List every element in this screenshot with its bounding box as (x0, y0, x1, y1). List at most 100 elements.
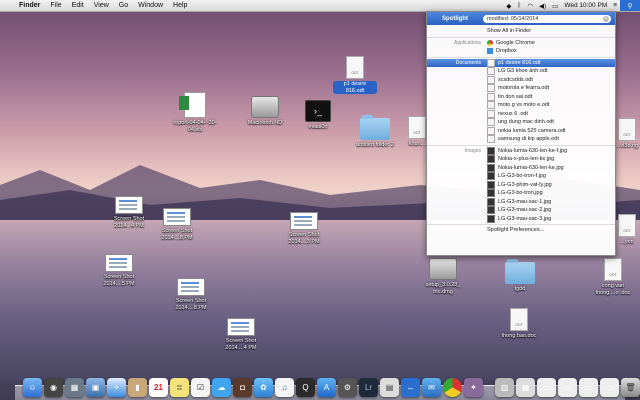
safari-icon[interactable]: ✧ (107, 378, 126, 397)
desktop-icon-setup-dmg[interactable]: setup_3.0.28_ htc.dmg (420, 258, 466, 295)
dock-icons: ☺ ◉ ▦ ▣ ✧ ▮ 21 ≣ ☑ ☁ ◘ ✿ ♫ Q A ⚙ Lr ▤ ↔ … (23, 378, 640, 397)
photos-icon[interactable]: ✿ (254, 378, 273, 397)
menu-window[interactable]: Window (133, 2, 168, 9)
result-document-5[interactable]: moto g vs moto e.odt (427, 101, 615, 110)
mail-icon[interactable]: ✉ (422, 378, 441, 397)
result-image-2[interactable]: Nokia-lumia-630-len-ke.jpg (427, 163, 615, 173)
desktop-icon-screenshot-5[interactable]: Screen Shot 2014....8 PM (168, 278, 214, 311)
folder-icon (505, 259, 535, 284)
menu-help[interactable]: Help (168, 2, 192, 9)
dashboard-icon[interactable]: ◉ (44, 378, 63, 397)
desktop-icon-cong-van[interactable]: cong van thong....o .doc (590, 258, 636, 296)
trash-icon[interactable]: 🗑 (621, 378, 640, 397)
result-document-7[interactable]: ung dung mac dinh.odt (427, 118, 615, 127)
result-document-1[interactable]: LG G3 khoe ảnh.odt (427, 67, 615, 76)
desktop-icon-partial-right-2[interactable]: ...yen (614, 214, 640, 246)
clock[interactable]: Wed 10:00 PM (561, 2, 610, 9)
screenshot-stack-icon-3[interactable]: ▭ (579, 378, 598, 397)
menu-go[interactable]: Go (114, 2, 133, 9)
spotlight-header: Spotlight modified: 05/14/2014 × (427, 12, 615, 25)
desktop-icon-screenshot-6[interactable]: Screen Shot 2014....4 PM (218, 318, 264, 351)
image-thumbnail (163, 208, 191, 226)
result-document-0[interactable]: Documents p1 desire 816.odt (427, 58, 615, 67)
menu-finder[interactable]: Finder (14, 2, 45, 9)
chrome-dock-icon[interactable] (443, 378, 462, 397)
divider (427, 56, 615, 58)
result-document-4[interactable]: tin don sai.odt (427, 92, 615, 102)
odt-file-icon (487, 126, 495, 135)
result-image-8[interactable]: LG-G3-mau-sac-3.jpg (427, 214, 615, 224)
document-icon (618, 214, 636, 237)
teamviewer-icon[interactable]: ↔ (401, 378, 420, 397)
menu-view[interactable]: View (89, 2, 114, 9)
result-document-2[interactable]: scsdcsdds.odt (427, 75, 615, 85)
result-image-3[interactable]: LG-G3-bo-tron-f.jpg (427, 172, 615, 181)
notes-icon[interactable]: ≣ (170, 378, 189, 397)
system-preferences-icon[interactable]: ⚙ (338, 378, 357, 397)
desktop-icon-macintosh-hd[interactable]: Macintosh HD (240, 96, 290, 127)
bluetooth-icon[interactable]: ᛒ (514, 2, 524, 9)
desktop-icon-report-xls[interactable]: report-04-04-~30-04.xls (170, 92, 220, 133)
result-document-3[interactable]: motorola e fearra.odt (427, 84, 615, 93)
desktop-icon-evasi0n[interactable]: ›_ evasi0n (293, 100, 343, 131)
documents-stack-icon[interactable]: ▦ (516, 378, 535, 397)
odt-file-icon (487, 58, 495, 67)
result-document-8[interactable]: nokia lumia 525 camera.odt (427, 126, 615, 136)
desktop-icon-label: setup_3.0.28_ htc.dmg (425, 282, 461, 295)
downloads-stack-icon[interactable]: ▥ (495, 378, 514, 397)
image-capture-icon[interactable]: ▤ (380, 378, 399, 397)
screenshot-stack-icon-4[interactable]: ▭ (600, 378, 619, 397)
result-google-chrome[interactable]: Applications Google Chrome (427, 39, 615, 48)
notification-center-icon[interactable]: ≡ (610, 2, 620, 9)
spotlight-search-input[interactable]: modified: 05/14/2014 × (483, 14, 611, 23)
desktop-icon-screenshot-4[interactable]: Screen Shot 2014....5 PM (96, 254, 142, 287)
volume-icon[interactable]: ◀) (536, 2, 549, 10)
wifi-icon[interactable]: ◠ (524, 2, 536, 10)
reminders-icon[interactable]: ☑ (191, 378, 210, 397)
preview-icon[interactable]: ▣ (86, 378, 105, 397)
screenshot-stack-icon-1[interactable]: ▭ (537, 378, 556, 397)
launchpad-icon[interactable]: ✦ (464, 378, 483, 397)
desktop-icon-screenshot-2[interactable]: Screen Shot 2014....8 PM (154, 208, 200, 241)
spotlight-menu-button[interactable]: ⚲ (620, 0, 640, 11)
photo-booth-icon[interactable]: ◘ (233, 378, 252, 397)
desktop-icon-p1-desire[interactable]: p1 desire 816.odt (333, 56, 377, 94)
screenshot-stack-icon-2[interactable]: ▭ (558, 378, 577, 397)
desktop-icon-screenshot-1[interactable]: Screen Shot 2014...4 PM (106, 196, 152, 229)
menu-edit[interactable]: Edit (67, 2, 89, 9)
finder-icon[interactable]: ☺ (23, 378, 42, 397)
result-dropbox[interactable]: Dropbox (427, 47, 615, 56)
dropbox-status-icon[interactable]: ◆ (503, 2, 514, 10)
battery-icon[interactable]: ▭ (549, 2, 561, 10)
desktop-icon-partial-right-1[interactable]: ...vl3d ng (614, 118, 640, 150)
lightroom-icon[interactable]: Lr (359, 378, 378, 397)
app-store-icon[interactable]: A (317, 378, 336, 397)
result-image-7[interactable]: LG-G3-mau-sac-2.jpg (427, 206, 615, 215)
result-image-0[interactable]: Images Nokia-lumia-630-len-ke-f.jpg (427, 146, 615, 156)
result-image-4[interactable]: LG-G3-phim-vat-ly.jpg (427, 180, 615, 190)
contacts-icon[interactable]: ▮ (128, 378, 147, 397)
odt-file-icon (487, 84, 495, 93)
menu-file[interactable]: File (45, 2, 66, 9)
result-document-6[interactable]: nexus 6 .odt (427, 109, 615, 119)
result-image-6[interactable]: LG-G3-mau-sac-1.jpg (427, 197, 615, 207)
result-image-5[interactable]: LG-G3-bo-tron.jpg (427, 189, 615, 198)
clear-search-icon[interactable]: × (603, 15, 609, 22)
itunes-icon[interactable]: ♫ (275, 378, 294, 397)
result-document-9[interactable]: samsung di kip apple.odt (427, 135, 615, 144)
result-image-1[interactable]: Nokia-x-plus-len-ke.jpg (427, 155, 615, 164)
mission-control-icon[interactable]: ▦ (65, 378, 84, 397)
quicktime-icon[interactable]: Q (296, 378, 315, 397)
show-all-in-finder[interactable]: Show All in Finder (427, 27, 615, 36)
desktop-icon-screenshot-3[interactable]: Screen Shot 2014....3 PM (280, 212, 328, 245)
document-icon (618, 118, 636, 141)
desktop-icon-thong-bao[interactable]: thong bao.doc (496, 308, 542, 340)
desktop-icon-untitled-folder[interactable]: untitled folder 2 (352, 115, 398, 149)
messages-icon[interactable]: ☁ (212, 378, 231, 397)
calendar-icon[interactable]: 21 (149, 378, 168, 397)
desktop-icon-tgdd[interactable]: tgdd (500, 259, 540, 293)
divider (427, 224, 615, 225)
jpg-file-icon (487, 146, 495, 155)
spotlight-preferences[interactable]: Spotlight Preferences... (427, 226, 615, 235)
divider (427, 36, 615, 38)
